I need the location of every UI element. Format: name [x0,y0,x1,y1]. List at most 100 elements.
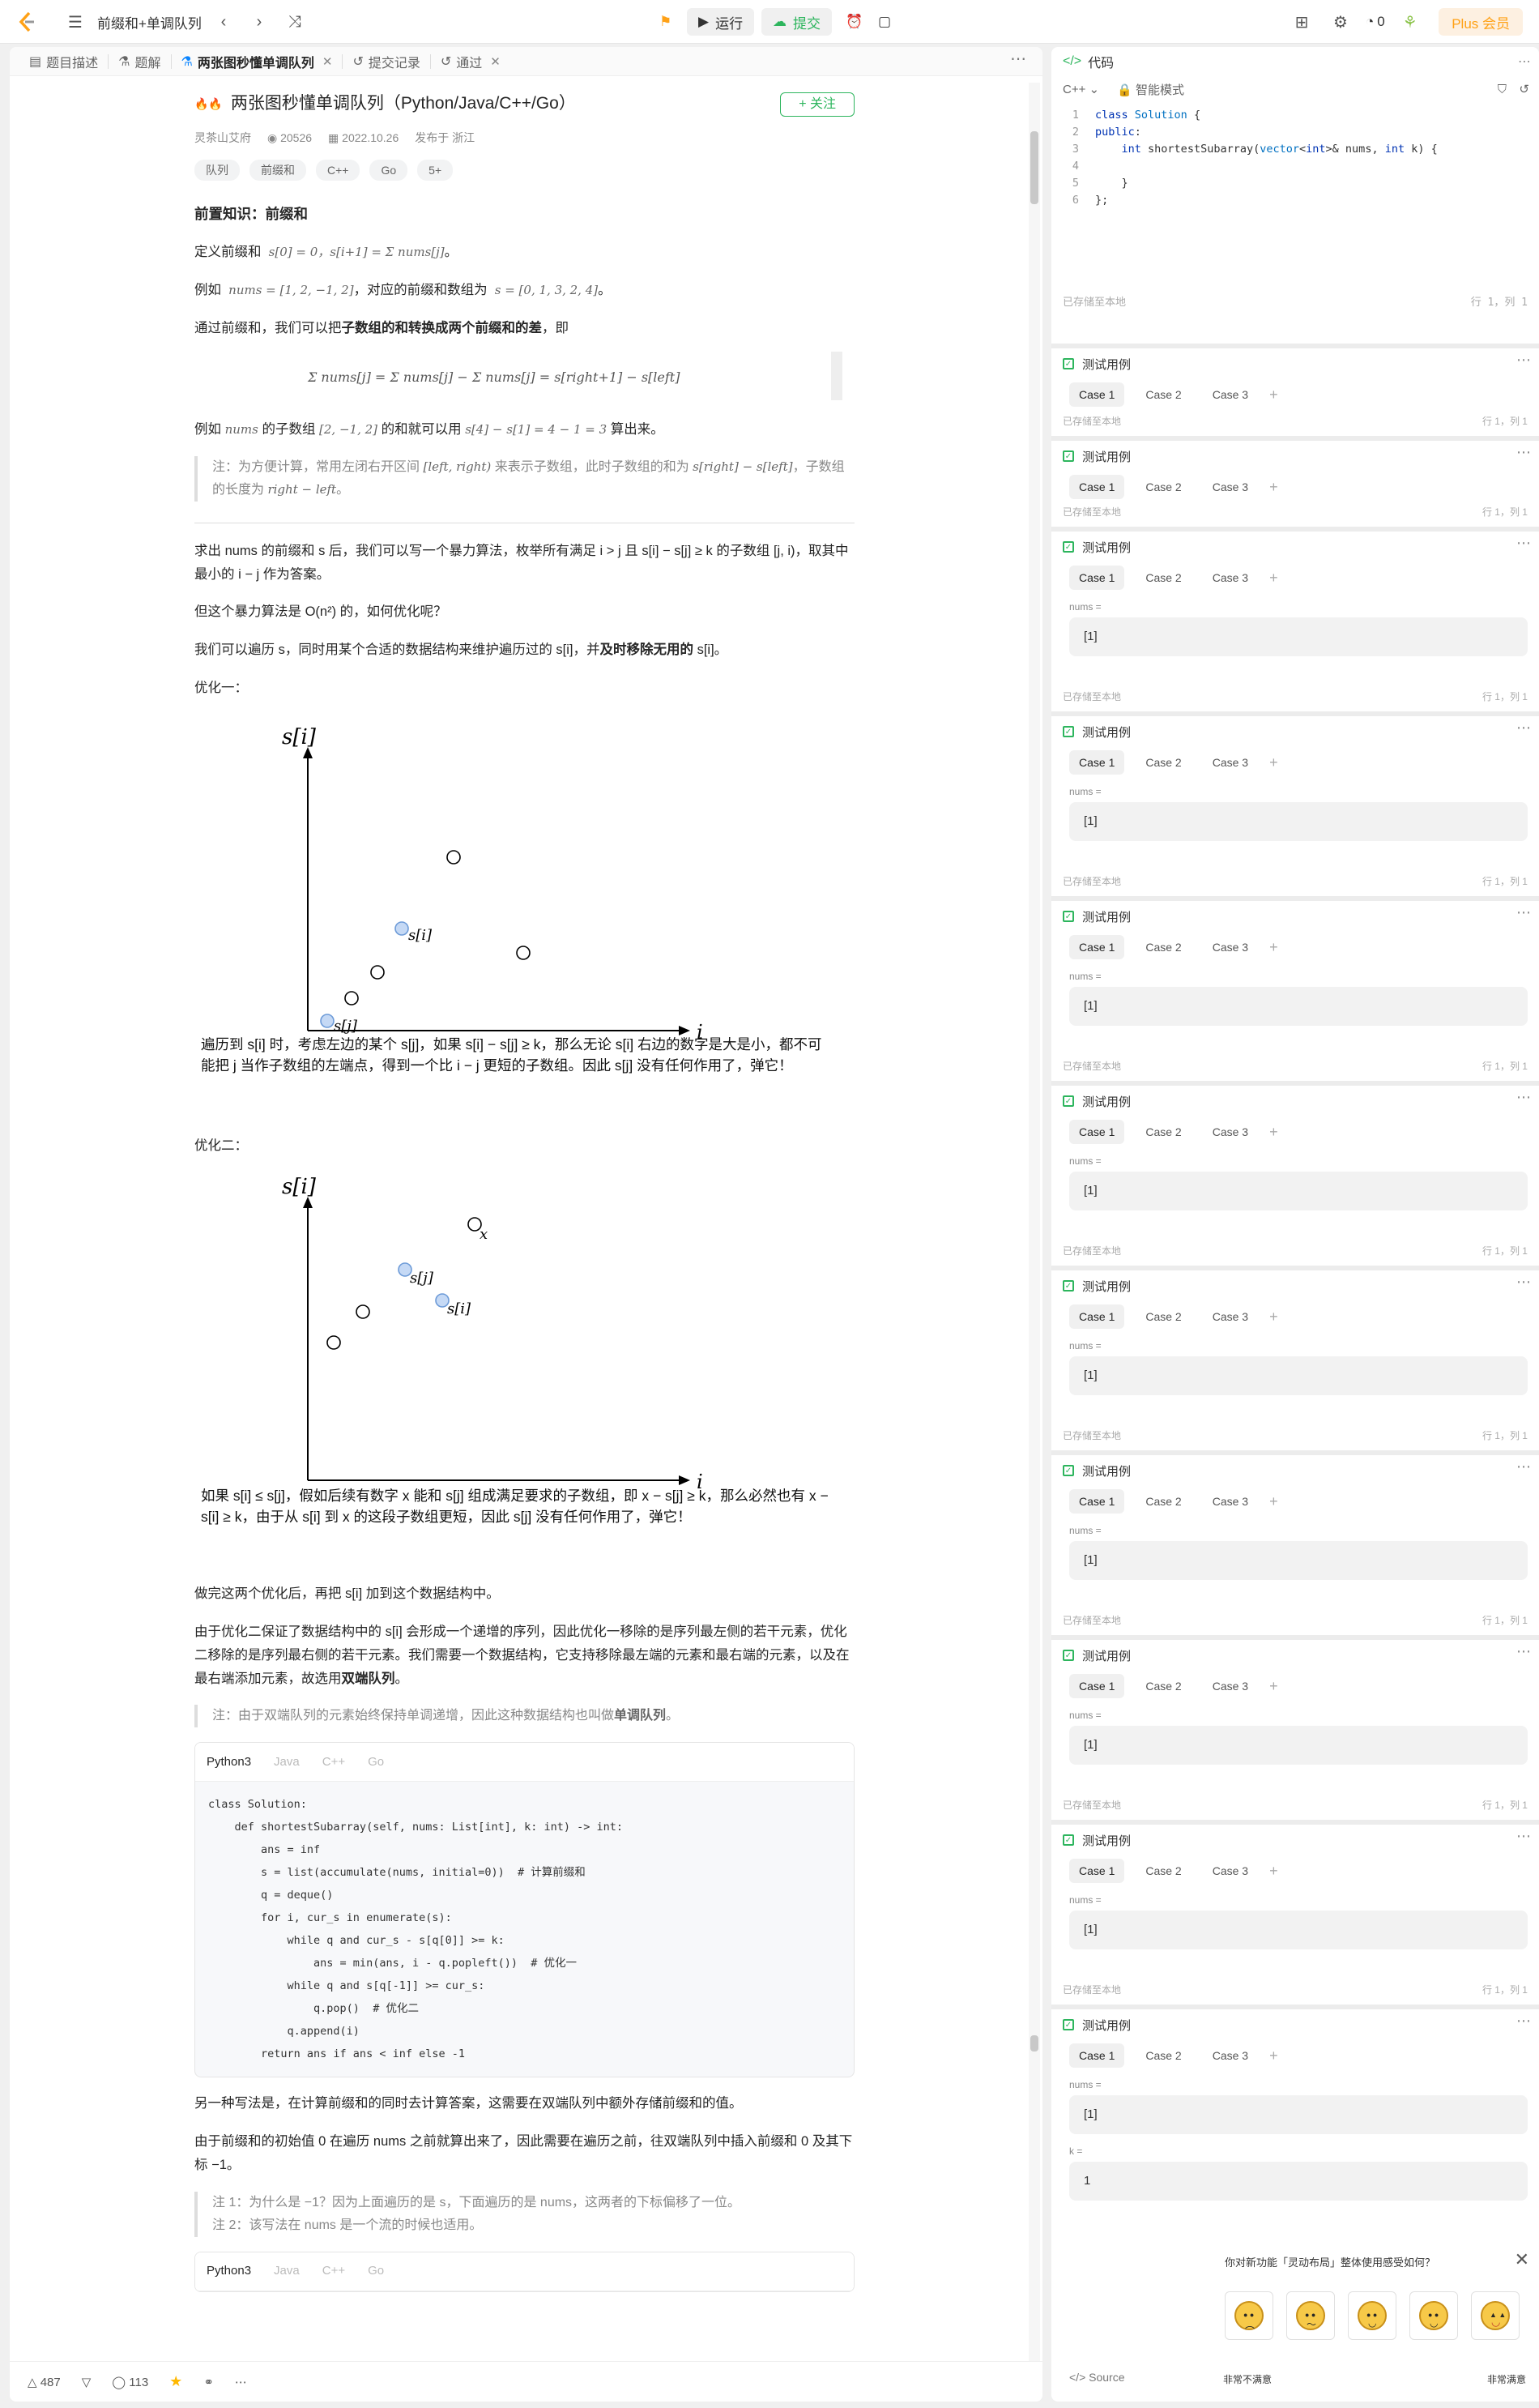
rating-dissatisfied-icon[interactable]: ● ● ～ [1286,2291,1335,2340]
case-tab-3[interactable]: Case 3 [1203,2043,1258,2068]
scroll-marker[interactable] [1030,2035,1038,2051]
k-input[interactable]: 1 [1069,2162,1528,2201]
rating-very-satisfied-icon[interactable]: ▲ ▲ ◡ [1471,2291,1520,2340]
checkbox-icon[interactable]: ✓ [1063,541,1074,553]
case-tab-2[interactable]: Case 2 [1136,1489,1191,1514]
add-case-icon[interactable]: + [1269,1859,1278,1883]
more-icon[interactable]: ⋯ [1516,1089,1531,1106]
source-link[interactable]: </> Source [1069,2371,1125,2384]
code-tab-java[interactable]: Java [274,1752,300,1773]
case-tab-2[interactable]: Case 2 [1136,1120,1191,1144]
case-tab-1[interactable]: Case 1 [1069,1120,1125,1144]
case-tab-2[interactable]: Case 2 [1136,475,1191,499]
case-tab-2[interactable]: Case 2 [1136,2043,1191,2068]
case-tab-3[interactable]: Case 3 [1203,935,1258,959]
tag[interactable]: Go [369,159,408,181]
plus-membership-button[interactable]: Plus 会员 [1439,8,1523,36]
case-tab-1[interactable]: Case 1 [1069,382,1125,407]
checkbox-icon[interactable]: ✓ [1063,726,1074,737]
submit-button[interactable]: ☁ 提交 [761,8,832,36]
code-tab-java[interactable]: Java [274,2261,300,2282]
tag[interactable]: 5+ [417,159,454,181]
add-case-icon[interactable]: + [1269,1489,1278,1514]
tag[interactable]: 队列 [194,159,240,181]
dislike-icon[interactable]: ▽ [82,2375,92,2389]
code-tab-cpp[interactable]: C++ [322,1752,345,1773]
more-icon[interactable]: ⋯ [1516,1274,1531,1291]
case-tab-3[interactable]: Case 3 [1203,1859,1258,1883]
nums-input[interactable]: [1] [1069,802,1528,841]
prev-problem-icon[interactable]: ‹ [210,8,237,36]
case-tab-1[interactable]: Case 1 [1069,2043,1125,2068]
add-case-icon[interactable]: + [1269,1120,1278,1144]
code-editor[interactable]: 1 2 3 4 5 6 class Solution { public: int shor… [1051,102,1539,316]
rating-very-dissatisfied-icon[interactable]: ● ● ︵ [1225,2291,1273,2340]
shuffle-icon[interactable]: ⤨ [281,8,309,36]
comment-button[interactable]: ◯ 113 [112,2375,148,2389]
nums-input[interactable]: [1] [1069,1726,1528,1765]
checkbox-icon[interactable]: ✓ [1063,358,1074,369]
nums-input[interactable]: [1] [1069,1172,1528,1210]
settings-gear-icon[interactable]: ⚙ [1327,8,1354,36]
tag[interactable]: 前缀和 [249,159,306,181]
case-tab-3[interactable]: Case 3 [1203,566,1258,590]
checkbox-icon[interactable]: ✓ [1063,1280,1074,1292]
case-tab-3[interactable]: Case 3 [1203,750,1258,775]
more-icon[interactable]: ⋯ [1516,904,1531,921]
case-tab-1[interactable]: Case 1 [1069,1489,1125,1514]
add-case-icon[interactable]: + [1269,566,1278,590]
case-tab-3[interactable]: Case 3 [1203,382,1258,407]
more-icon[interactable]: ⋯ [1516,1458,1531,1475]
add-case-icon[interactable]: + [1269,1304,1278,1329]
case-tab-1[interactable]: Case 1 [1069,475,1125,499]
nums-input[interactable]: [1] [1069,987,1528,1026]
case-tab-3[interactable]: Case 3 [1203,1674,1258,1698]
bookmark-icon[interactable]: ⛉ [1498,83,1507,96]
reset-icon[interactable]: ↺ [1519,82,1529,96]
nums-input[interactable]: [1] [1069,1541,1528,1580]
tab-submissions[interactable]: ↺ 提交记录 [343,47,429,76]
code-tab-go[interactable]: Go [368,1752,384,1773]
tag[interactable]: C++ [316,159,360,181]
case-tab-1[interactable]: Case 1 [1069,750,1125,775]
notes-button[interactable]: ▢ [872,8,898,36]
more-icon[interactable]: ⋯ [1516,719,1531,736]
layout-icon[interactable]: ⊞ [1288,8,1315,36]
code-tab-go[interactable]: Go [368,2261,384,2282]
case-tab-2[interactable]: Case 2 [1136,1859,1191,1883]
case-tab-2[interactable]: Case 2 [1136,566,1191,590]
more-icon[interactable]: ⋯ [1516,352,1531,369]
author-name[interactable]: 灵茶山艾府 [194,128,251,148]
article-scrollbar[interactable] [1029,83,1040,2393]
case-tab-3[interactable]: Case 3 [1203,1304,1258,1329]
case-tab-1[interactable]: Case 1 [1069,1674,1125,1698]
tab-accepted[interactable]: ↺ 通过 ✕ [431,47,510,76]
star-icon[interactable]: ★ [169,2373,182,2390]
rating-satisfied-icon[interactable]: ● ● ◡ [1409,2291,1458,2340]
share-link-icon[interactable]: ⚭ [203,2375,214,2389]
add-case-icon[interactable]: + [1269,382,1278,407]
checkbox-icon[interactable]: ✓ [1063,1095,1074,1107]
case-tab-1[interactable]: Case 1 [1069,1304,1125,1329]
checkbox-icon[interactable]: ✓ [1063,911,1074,922]
more-icon[interactable]: ⋯ [1516,1828,1531,1845]
language-select[interactable]: C++ ⌄ [1063,82,1099,96]
nums-input[interactable]: [1] [1069,1911,1528,1949]
more-icon[interactable]: ⋯ [1518,53,1531,70]
nums-input[interactable]: [1] [1069,2095,1528,2134]
formula-scrollbar[interactable] [831,351,842,400]
debug-button[interactable]: ⚑ [648,8,684,36]
follow-button[interactable]: + 关注 [780,92,855,117]
timer-button[interactable]: ⏰ [839,8,870,36]
tab-description[interactable]: ▤ 题目描述 [19,47,108,76]
case-tab-2[interactable]: Case 2 [1136,1304,1191,1329]
checkbox-icon[interactable]: ✓ [1063,1834,1074,1846]
checkbox-icon[interactable]: ✓ [1063,1465,1074,1476]
case-tab-1[interactable]: Case 1 [1069,566,1125,590]
more-icon[interactable]: ⋯ [235,2375,247,2389]
checkbox-icon[interactable]: ✓ [1063,2019,1074,2030]
rating-neutral-icon[interactable]: ● ● ◡ [1348,2291,1396,2340]
checkbox-icon[interactable]: ✓ [1063,450,1074,462]
add-case-icon[interactable]: + [1269,935,1278,959]
problem-list-title[interactable]: 前缀和+单调队列 [97,12,202,32]
